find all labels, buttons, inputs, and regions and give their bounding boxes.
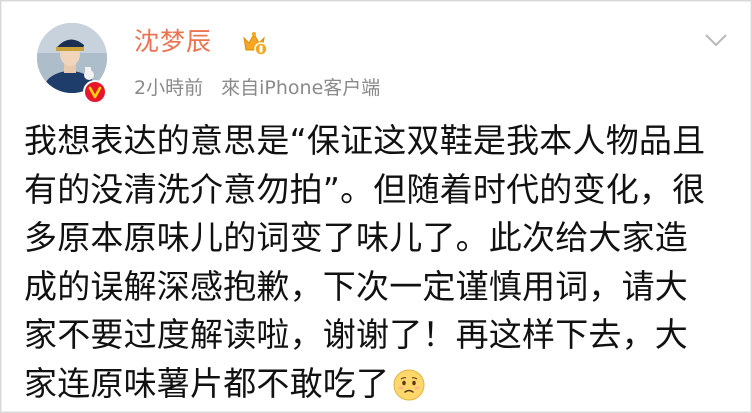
post-meta: 2小時前 來自iPhone客户端 xyxy=(134,75,380,101)
post-body-line: 有的没清洗介意勿拍”。但随着时代的变化，很 xyxy=(24,169,706,209)
post-body-line: 家不要过度解读啦，谢谢了！再这样下去，大 xyxy=(24,315,688,354)
chevron-down-icon[interactable] xyxy=(704,32,728,48)
post-body-line: 多原本原味儿的词变了味儿了。此次给大家造 xyxy=(24,218,688,257)
verified-badge-icon xyxy=(83,80,107,104)
vip-crown-icon[interactable] xyxy=(241,29,269,57)
post-body: 我想表达的意思是“保证这双鞋是我本人物品且 有的没清洗介意勿拍”。但随着时代的变… xyxy=(24,117,736,408)
post-time[interactable]: 2小時前 xyxy=(134,77,203,99)
author-name[interactable]: 沈梦辰 xyxy=(134,26,212,58)
post-body-line: 我想表达的意思是“保证这双鞋是我本人物品且 xyxy=(24,121,706,160)
sad-face-emoji-icon xyxy=(393,366,425,400)
post-body-line: 家连原味薯片都不敢吃了 xyxy=(24,363,390,403)
weibo-post-card: 沈梦辰 2小時前 來自iPhone客户端 我想表达的意思是“保证这双鞋是我本人物… xyxy=(0,0,752,413)
post-source: 來自iPhone客户端 xyxy=(221,77,381,99)
post-body-line: 成的误解深感抱歉，下次一定谨慎用词，请大 xyxy=(24,266,688,306)
post-body-last-line: 家连原味薯片都不敢吃了 xyxy=(24,360,736,409)
